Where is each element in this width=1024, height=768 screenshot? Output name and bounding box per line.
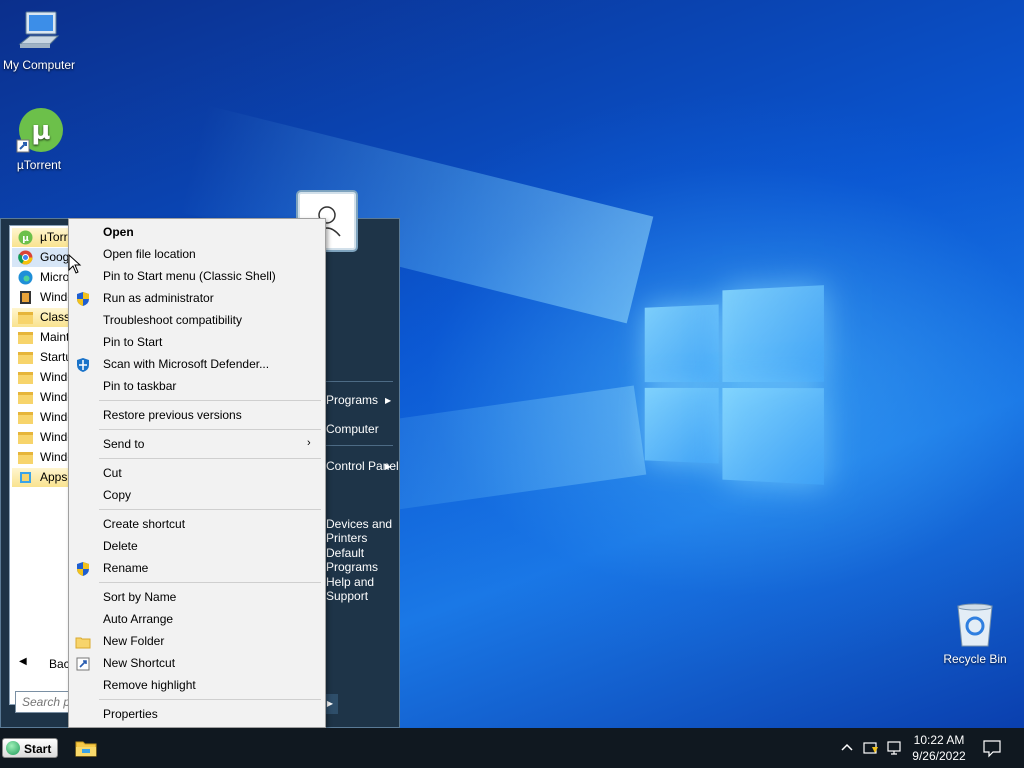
desktop-icon-utorrent[interactable]: µ µTorrent — [0, 106, 81, 172]
menu-item-remove-highlight[interactable]: Remove highlight — [103, 678, 196, 692]
notifications-icon[interactable] — [982, 738, 1002, 758]
utorrent-icon: µ — [16, 108, 63, 153]
folder-icon — [75, 637, 91, 649]
chevron-up-icon[interactable] — [840, 741, 854, 755]
menu-item-sort-by-name[interactable]: Sort by Name — [103, 590, 176, 604]
clock-time: 10:22 AM — [913, 733, 965, 747]
desktop-icon-label: µTorrent — [16, 158, 62, 172]
separator — [323, 445, 393, 446]
folder-icon — [18, 392, 33, 404]
start-right-item[interactable]: Default Programs — [326, 546, 399, 574]
menu-item-pin-to-start[interactable]: Pin to Start — [103, 335, 162, 349]
utorrent-icon: µ — [18, 230, 33, 245]
chrome-icon — [18, 250, 33, 265]
start-right-item[interactable]: Computer — [326, 422, 379, 436]
uac-shield-icon — [77, 292, 89, 306]
folder-icon — [18, 432, 33, 444]
svg-text:µ: µ — [22, 234, 29, 244]
media-player-icon — [20, 291, 31, 304]
start-orb-icon — [6, 741, 20, 755]
menu-separator — [99, 429, 321, 430]
svg-text:µ: µ — [31, 116, 50, 146]
clock[interactable]: 10:22 AM 9/26/2022 — [900, 732, 978, 764]
desktop-icon-label: My Computer — [2, 58, 76, 72]
folder-icon — [18, 352, 33, 364]
menu-separator — [99, 458, 321, 459]
chevron-right-icon: › — [307, 437, 311, 449]
menu-item-cut[interactable]: Cut — [103, 466, 122, 480]
file-explorer-icon[interactable] — [74, 736, 98, 760]
start-right-item[interactable]: Programs — [326, 393, 378, 407]
clock-date: 9/26/2022 — [912, 749, 966, 763]
taskbar: Start 10:22 AM 9/26/2022 — [0, 728, 1024, 768]
edge-icon — [18, 270, 33, 285]
recycle-bin-icon — [957, 603, 993, 647]
menu-item-copy[interactable]: Copy — [103, 488, 131, 502]
menu-item-open-file-location[interactable]: Open file location — [103, 247, 196, 261]
menu-item-new-folder[interactable]: New Folder — [103, 634, 164, 648]
start-button[interactable]: Start — [2, 738, 58, 758]
folder-icon — [18, 312, 33, 324]
menu-item-send-to[interactable]: Send to — [103, 437, 144, 451]
menu-item-restore-previous-versions[interactable]: Restore previous versions — [103, 408, 242, 422]
menu-item-auto-arrange[interactable]: Auto Arrange — [103, 612, 173, 626]
menu-item-create-shortcut[interactable]: Create shortcut — [103, 517, 185, 531]
submenu-arrow-icon: ▶ — [385, 462, 392, 471]
desktop-icon-label: Recycle Bin — [943, 652, 1007, 666]
menu-item-pin-to-start-classic[interactable]: Pin to Start menu (Classic Shell) — [103, 269, 276, 283]
folder-icon — [18, 332, 33, 344]
menu-item-properties[interactable]: Properties — [103, 707, 158, 721]
start-right-item[interactable]: Devices and Printers — [326, 517, 399, 545]
shortcut-icon — [76, 657, 90, 671]
start-right-item[interactable]: Help and Support — [326, 575, 399, 603]
menu-item-delete[interactable]: Delete — [103, 539, 138, 553]
computer-icon — [18, 11, 60, 48]
menu-separator — [99, 400, 321, 401]
uac-shield-icon — [77, 562, 89, 576]
back-arrow-icon: ◀ — [19, 656, 27, 667]
separator — [323, 381, 393, 382]
mouse-cursor-icon — [68, 254, 82, 274]
security-warning-icon[interactable] — [862, 739, 880, 757]
windows-logo — [644, 285, 824, 485]
menu-item-scan-defender[interactable]: Scan with Microsoft Defender... — [103, 357, 269, 371]
menu-separator — [99, 699, 321, 700]
apps-icon — [20, 472, 31, 483]
menu-item-pin-to-taskbar[interactable]: Pin to taskbar — [103, 379, 176, 393]
menu-item-troubleshoot-compatibility[interactable]: Troubleshoot compatibility — [103, 313, 242, 327]
menu-item-open[interactable]: Open — [103, 225, 134, 239]
context-menu: Open Open file location Pin to Start men… — [68, 218, 326, 728]
menu-separator — [99, 582, 321, 583]
menu-item-run-as-administrator[interactable]: Run as administrator — [103, 291, 214, 305]
desktop-icon-my-computer[interactable]: My Computer — [0, 10, 81, 72]
folder-icon — [18, 452, 33, 464]
folder-icon — [18, 372, 33, 384]
back-button[interactable]: ◀ Back — [13, 656, 76, 674]
menu-item-rename[interactable]: Rename — [103, 561, 148, 575]
defender-icon — [77, 358, 89, 372]
desktop-icon-recycle-bin[interactable]: Recycle Bin — [933, 602, 1017, 666]
menu-separator — [99, 509, 321, 510]
submenu-arrow-icon: ▶ — [385, 396, 392, 405]
folder-icon — [18, 412, 33, 424]
menu-item-new-shortcut[interactable]: New Shortcut — [103, 656, 175, 670]
